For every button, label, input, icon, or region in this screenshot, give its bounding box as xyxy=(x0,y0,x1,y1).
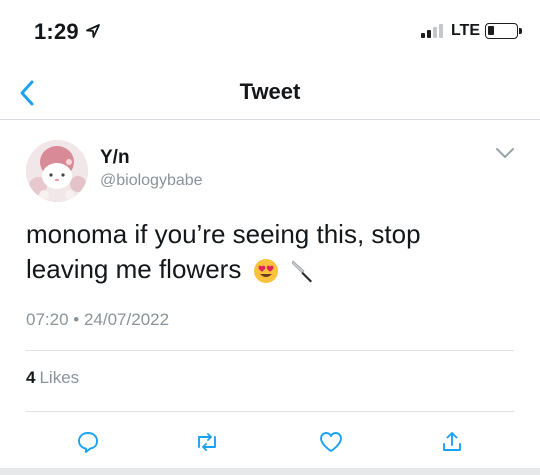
network-type: LTE xyxy=(450,22,480,39)
like-button[interactable] xyxy=(316,427,346,457)
author-handle[interactable]: @biologybabe xyxy=(100,172,203,190)
chevron-down-icon xyxy=(496,148,514,158)
action-bar xyxy=(0,421,540,461)
reply-button[interactable] xyxy=(73,427,103,457)
nav-bar: Tweet xyxy=(0,66,540,120)
tweet-time: 07:20 xyxy=(26,310,69,329)
tweet-text: monoma if you’re seeing this, stop leavi… xyxy=(26,217,496,287)
knife-emoji-icon xyxy=(291,260,312,283)
retweet-button[interactable] xyxy=(192,427,222,457)
tweet-options-button[interactable] xyxy=(490,141,520,165)
tweet-text-line-1: monoma if you’re seeing this, stop xyxy=(26,219,421,249)
status-time-group: 1:29 xyxy=(34,19,101,45)
reply-icon xyxy=(78,432,98,453)
status-indicators: LTE xyxy=(420,22,522,40)
heart-eyes-emoji-icon xyxy=(253,259,278,284)
location-arrow-icon xyxy=(85,19,101,45)
heart-icon xyxy=(320,432,342,452)
page-title: Tweet xyxy=(239,79,301,104)
author-name[interactable]: Y/n xyxy=(100,147,130,169)
share-button[interactable] xyxy=(437,427,467,457)
likes-count: 4 xyxy=(26,368,36,387)
divider xyxy=(26,350,514,351)
avatar[interactable] xyxy=(26,140,88,202)
status-bar: 1:29 LTE xyxy=(0,0,540,66)
tweet-text-line-2-wrap: leaving me flowers xyxy=(26,252,496,287)
cellular-signal-icon xyxy=(420,24,445,38)
likes-summary[interactable]: 4 Likes xyxy=(26,368,79,388)
tweet-date: 24/07/2022 xyxy=(83,310,170,329)
share-icon xyxy=(443,432,461,451)
divider xyxy=(26,411,514,412)
retweet-icon xyxy=(198,433,216,451)
tweet-text-line-2: leaving me flowers xyxy=(26,254,242,284)
tweet-timestamp: 07:20 • 24/07/2022 xyxy=(26,310,169,330)
battery-icon xyxy=(485,23,522,39)
likes-label: Likes xyxy=(39,368,80,387)
bottom-separator xyxy=(0,468,540,475)
meta-separator: • xyxy=(73,310,80,329)
status-time: 1:29 xyxy=(34,19,79,44)
